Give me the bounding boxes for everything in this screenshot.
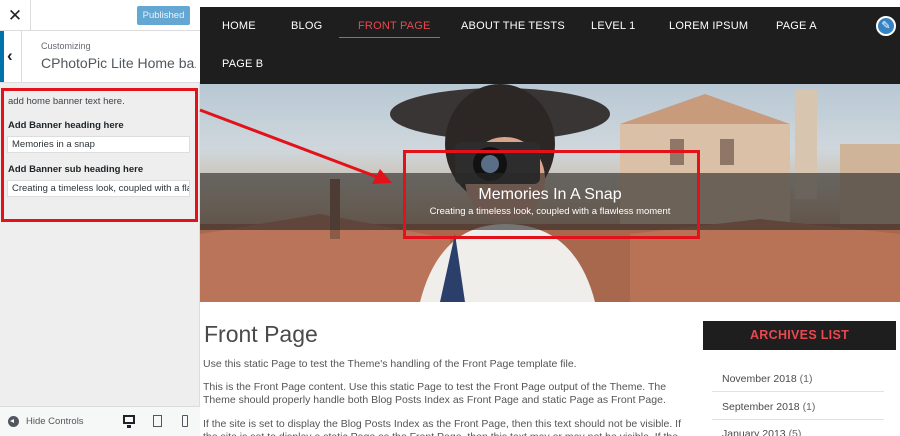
annotation-arrow: [199, 108, 392, 184]
